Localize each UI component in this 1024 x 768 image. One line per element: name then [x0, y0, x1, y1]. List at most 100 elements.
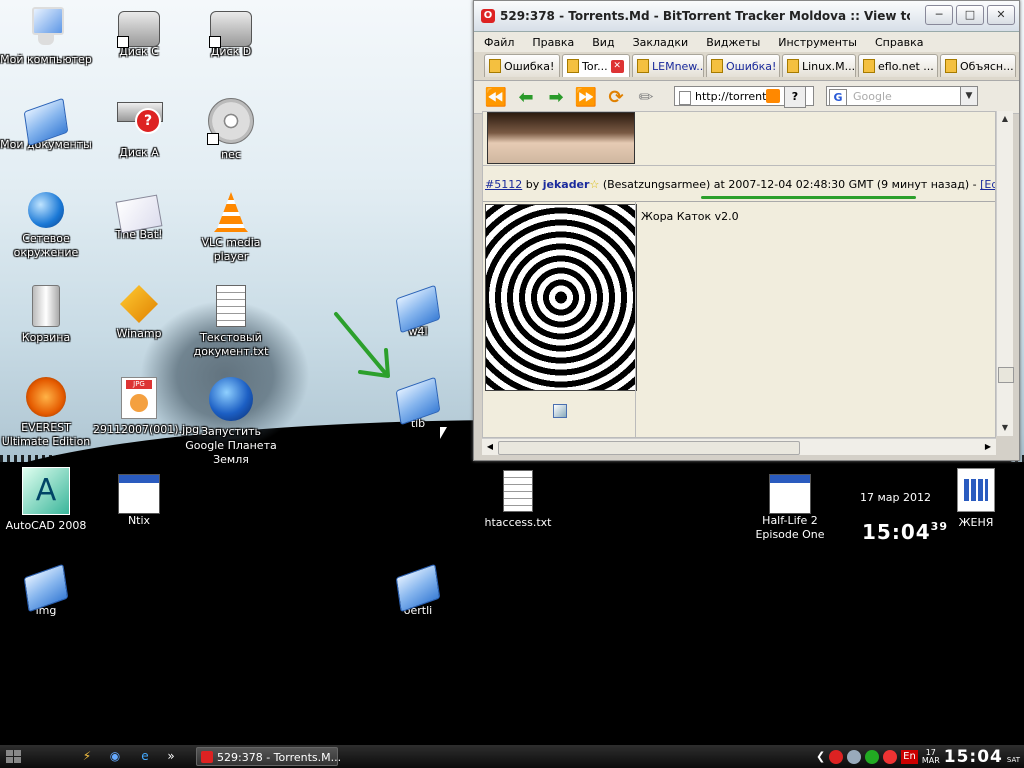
desktop-icon-the-bat[interactable]: The Bat! [93, 192, 185, 242]
reload-icon[interactable]: ⟳ [604, 85, 628, 109]
taskbar-item-label: 529:378 - Torrents.M... [217, 751, 342, 764]
maximize-button[interactable]: □ [956, 5, 984, 25]
rewind-icon[interactable]: ⏪ [484, 85, 508, 109]
quicklaunch-more-icon[interactable]: » [162, 748, 180, 765]
menu-edit[interactable]: Правка [532, 36, 574, 49]
forward-arrow-icon[interactable]: ➡ [544, 85, 568, 109]
menu-widgets[interactable]: Виджеты [706, 36, 760, 49]
post-id-link[interactable]: #5112 [485, 178, 522, 191]
tray-network-icon[interactable] [847, 749, 862, 764]
floppy-drive-icon: ? [117, 98, 163, 142]
edit-link[interactable]: [Edit] [980, 178, 995, 191]
mouse-cursor-icon [440, 427, 447, 439]
quicklaunch-winamp-icon[interactable]: ⚡ [78, 748, 96, 765]
text-document-icon [216, 285, 246, 327]
tab-obyasn[interactable]: Объясн... [940, 54, 1016, 77]
menu-tools[interactable]: Инструменты [778, 36, 857, 49]
fast-forward-icon[interactable]: ⏩ [574, 85, 598, 109]
desktop-icon-oertli[interactable]: oertli [372, 563, 464, 618]
desktop-icon-my-documents[interactable]: Мои документы [0, 97, 92, 152]
quicklaunch-media-icon[interactable]: ◉ [106, 748, 124, 765]
horizontal-scrollbar[interactable]: ◀ ▶ [482, 438, 996, 455]
desktop-icon-drive-a[interactable]: ? Диск A [93, 98, 185, 160]
tab-eflo[interactable]: eflo.net ... [858, 54, 938, 77]
taskbar-item-browser[interactable]: 529:378 - Torrents.M... [196, 747, 342, 766]
scroll-right-icon[interactable]: ▶ [980, 439, 996, 455]
image-link-icon[interactable] [553, 404, 567, 418]
icon-label: Сетевое окружение [13, 232, 79, 259]
desktop-icon-my-computer[interactable]: Мой компьютер [0, 5, 92, 67]
address-text: http://torrent [695, 90, 767, 103]
desktop-icon-drive-d[interactable]: Диск D [185, 5, 277, 59]
icon-label: Мой компьютер [0, 53, 92, 66]
tab-close-icon[interactable]: ✕ [610, 59, 624, 73]
tray-utorrent-icon[interactable] [865, 749, 880, 764]
desktop-icon-network[interactable]: Сетевое окружение [0, 192, 92, 260]
rss-feed-icon[interactable] [766, 89, 780, 103]
desktop-icon-jpg-file[interactable]: JPG 29112007(001).jpg [93, 377, 199, 437]
browser-window: O 529:378 - Torrents.Md - BitTorrent Tra… [473, 0, 1020, 461]
desktop-icon-nec[interactable]: nec [185, 98, 277, 162]
tab-error-2[interactable]: Ошибка! [706, 54, 780, 77]
menu-bookmarks[interactable]: Закладки [633, 36, 689, 49]
back-arrow-icon[interactable]: ⬅ [514, 85, 538, 109]
tab-linux[interactable]: Linux.M... [782, 54, 856, 77]
page-icon [637, 59, 649, 73]
tab-lemnew[interactable]: LEMnew... [632, 54, 704, 77]
desktop-icon-htaccess[interactable]: htaccess.txt [472, 470, 564, 530]
taskbar: ⚡ ◉ e » 529:378 - Torrents.M... ❮ En 17 M… [0, 745, 1024, 768]
search-input[interactable]: G Google ▼ [826, 86, 978, 106]
desktop-icon-recycle-bin[interactable]: Корзина [0, 285, 92, 345]
window-titlebar[interactable]: O 529:378 - Torrents.Md - BitTorrent Tra… [474, 1, 1019, 32]
tray-shield-icon[interactable] [829, 749, 844, 764]
tab-torrents[interactable]: Tor... ✕ [562, 54, 630, 77]
language-indicator[interactable]: En [901, 749, 918, 764]
scrollbar-thumb[interactable] [998, 367, 1014, 383]
menu-view[interactable]: Вид [592, 36, 614, 49]
post-timestamp: 2007-12-04 02:48:30 GMT [728, 178, 874, 191]
desktop-icon-vlc[interactable]: VLC media player [185, 192, 277, 264]
chevron-down-icon[interactable]: ▼ [960, 87, 977, 105]
winamp-icon [120, 285, 158, 323]
post-author-link[interactable]: jekader [543, 178, 590, 191]
menu-file[interactable]: Файл [484, 36, 514, 49]
post-at: at [713, 178, 725, 191]
vertical-scrollbar[interactable]: ▲ ▼ [996, 111, 1014, 436]
google-icon[interactable]: G [829, 89, 847, 106]
scroll-up-icon[interactable]: ▲ [997, 111, 1013, 127]
start-button[interactable] [4, 748, 68, 765]
tray-opera-icon[interactable] [883, 749, 898, 764]
tab-label: Объясн... [960, 59, 1014, 73]
tray-expand-icon[interactable]: ❮ [816, 750, 825, 763]
annotation-arrow-icon [334, 312, 390, 378]
desktop-icon-ntix[interactable]: Ntix [93, 470, 185, 528]
desktop-icon-half-life[interactable]: Half-Life 2 Episode One [744, 470, 836, 542]
scroll-left-icon[interactable]: ◀ [482, 439, 498, 455]
scrollbar-thumb[interactable] [498, 441, 800, 455]
scroll-down-icon[interactable]: ▼ [997, 420, 1013, 436]
tray-clock[interactable]: 15:04 [944, 747, 1003, 767]
desktop-icon-google-earth[interactable]: Запустить Google Планета Земля [185, 377, 277, 467]
desktop-icon-winamp[interactable]: Winamp [93, 285, 185, 341]
menu-help[interactable]: Справка [875, 36, 923, 49]
desktop-icon-drive-c[interactable]: Диск C [93, 5, 185, 59]
annotation-underline [701, 196, 916, 199]
minimize-button[interactable]: ─ [925, 5, 953, 25]
icon-label: EVEREST Ultimate Edition [1, 421, 91, 448]
tab-label: Ошибка! [726, 59, 777, 73]
desktop-icon-img[interactable]: img [0, 563, 92, 618]
cd-drive-icon [207, 98, 254, 145]
tab-error-1[interactable]: Ошибка! [484, 54, 560, 77]
help-button[interactable]: ? [784, 86, 806, 108]
google-earth-icon [209, 377, 253, 421]
desktop-icon-text-doc[interactable]: Текстовый документ.txt [185, 285, 277, 359]
computer-icon [24, 5, 68, 49]
desktop-icon-autocad[interactable]: A AutoCAD 2008 [0, 467, 92, 533]
quicklaunch-ie-icon[interactable]: e [136, 748, 154, 765]
close-button[interactable]: ✕ [987, 5, 1015, 25]
edit-pen-icon[interactable]: ✏ [634, 85, 658, 109]
vlc-cone-icon [214, 192, 248, 232]
desktop-icon-everest[interactable]: EVEREST Ultimate Edition [0, 377, 92, 449]
opera-icon: O [481, 9, 495, 23]
nav-toolbar: ⏪ ⬅ ➡ ⏩ ⟳ ✏ http://torrent ? G Google ▼ [474, 81, 1019, 114]
